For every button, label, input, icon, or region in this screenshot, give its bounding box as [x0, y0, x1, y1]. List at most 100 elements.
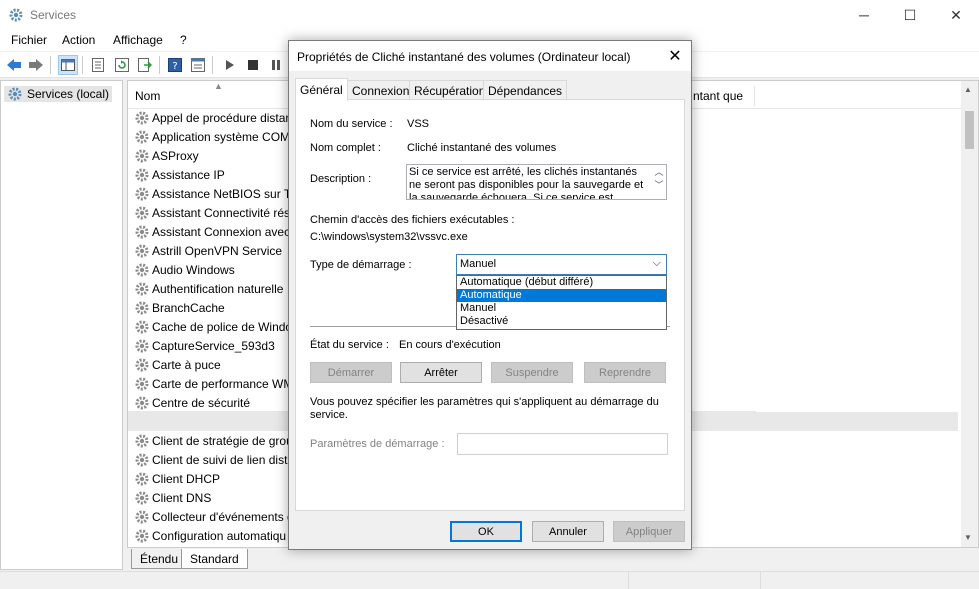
- service-name: Client DNS: [152, 490, 212, 505]
- scroll-thumb[interactable]: [965, 111, 974, 149]
- service-name: BranchCache: [152, 300, 225, 315]
- vertical-scrollbar[interactable]: ▲ ▼: [961, 81, 978, 547]
- service-gear-icon: [135, 396, 149, 409]
- service-gear-icon: [135, 453, 149, 466]
- service-name: Astrill OpenVPN Service: [152, 243, 283, 258]
- ok-button[interactable]: OK: [450, 521, 522, 542]
- export-list-icon[interactable]: [135, 55, 155, 75]
- service-name: Configuration automatiqu: [152, 528, 287, 543]
- service-gear-icon: [135, 301, 149, 314]
- service-name: Client DHCP: [152, 471, 221, 486]
- maximize-button[interactable]: ☐: [887, 0, 933, 30]
- start-service-icon[interactable]: [220, 55, 240, 75]
- service-gear-icon: [135, 187, 149, 200]
- scroll-down-icon[interactable]: ﹀: [652, 178, 666, 191]
- resume-button[interactable]: Reprendre: [584, 362, 666, 383]
- general-tab-panel: Nom du service : VSS Nom complet : Clich…: [295, 99, 685, 511]
- forward-icon[interactable]: [26, 55, 46, 75]
- apply-button[interactable]: Appliquer: [613, 521, 685, 542]
- display-name-label: Nom complet :: [310, 142, 381, 154]
- tab-logon[interactable]: Connexion: [347, 80, 415, 100]
- tab-extended[interactable]: Étendu: [131, 549, 188, 569]
- chevron-down-icon: ⌵: [652, 257, 661, 269]
- pause-service-icon[interactable]: [266, 55, 286, 75]
- scroll-down-icon[interactable]: ▼: [964, 533, 972, 542]
- description-scroll-arrows[interactable]: ︿ ﹀: [652, 165, 666, 199]
- service-name: Collecteur d'événements d: [152, 509, 294, 524]
- params-hint: Vous pouvez spécifier les paramètres qui…: [310, 396, 659, 421]
- service-gear-icon: [135, 510, 149, 523]
- service-gear-icon: [135, 130, 149, 143]
- startup-type-select[interactable]: Manuel ⌵: [456, 254, 667, 275]
- service-gear-icon: [135, 434, 149, 447]
- option-automatic-delayed[interactable]: Automatique (début différé): [457, 276, 666, 289]
- service-gear-icon: [135, 111, 149, 124]
- service-gear-icon: [135, 472, 149, 485]
- cancel-button[interactable]: Annuler: [532, 521, 604, 542]
- service-name: Cache de police de Windo: [152, 319, 293, 334]
- service-name: Assistant Connectivité rése: [152, 205, 297, 220]
- svg-text:?: ?: [172, 61, 177, 72]
- scroll-up-icon[interactable]: ▲: [964, 85, 972, 94]
- service-gear-icon: [135, 149, 149, 162]
- tab-standard[interactable]: Standard: [181, 549, 248, 569]
- service-gear-icon: [135, 225, 149, 238]
- service-gear-icon: [135, 529, 149, 542]
- tab-recovery[interactable]: Récupération: [409, 80, 491, 100]
- back-icon[interactable]: [4, 55, 24, 75]
- service-gear-icon: [135, 358, 149, 371]
- option-automatic[interactable]: Automatique: [457, 289, 666, 302]
- properties-list-icon[interactable]: [88, 55, 108, 75]
- column-header-logon[interactable]: ntant que: [693, 89, 743, 103]
- start-button[interactable]: Démarrer: [310, 362, 392, 383]
- description-text: Si ce service est arrêté, les clichés in…: [409, 166, 644, 200]
- scroll-up-icon[interactable]: ︿: [652, 165, 666, 178]
- refresh-icon[interactable]: [112, 55, 132, 75]
- menu-help[interactable]: ?: [180, 33, 187, 47]
- menu-view[interactable]: Affichage: [113, 33, 163, 47]
- service-name: Application système COM: [152, 129, 291, 144]
- stop-button[interactable]: Arrêter: [400, 362, 482, 383]
- service-name: Client de suivi de lien distr: [152, 452, 292, 467]
- services-gear-icon: [9, 8, 23, 22]
- option-manual[interactable]: Manuel: [457, 302, 666, 315]
- service-gear-icon: [135, 206, 149, 219]
- service-gear-icon: [135, 491, 149, 504]
- show-hide-tree-icon[interactable]: [58, 55, 78, 75]
- properties-dialog: Propriétés de Cliché instantané des volu…: [288, 40, 692, 550]
- service-name-label: Nom du service :: [310, 118, 393, 130]
- minimize-button[interactable]: ─: [841, 0, 887, 30]
- close-window-button[interactable]: ✕: [933, 0, 979, 30]
- service-name: ASProxy: [152, 148, 199, 163]
- service-name: Audio Windows: [152, 262, 235, 277]
- view-tabs: Étendu Standard: [127, 548, 979, 570]
- description-textbox[interactable]: Si ce service est arrêté, les clichés in…: [406, 164, 667, 200]
- tree-item-label: Services (local): [27, 87, 110, 101]
- service-name-value: VSS: [407, 118, 430, 130]
- service-gear-icon: [135, 168, 149, 181]
- service-name: Centre de sécurité: [152, 395, 251, 410]
- tree-item-services-local[interactable]: Services (local): [4, 86, 113, 102]
- pause-button[interactable]: Suspendre: [491, 362, 573, 383]
- menu-file[interactable]: Fichier: [11, 33, 47, 47]
- startup-type-dropdown: Automatique (début différé) Automatique …: [456, 275, 667, 330]
- option-disabled[interactable]: Désactivé: [457, 315, 666, 328]
- startup-type-label: Type de démarrage :: [310, 259, 412, 271]
- dialog-close-button[interactable]: ✕: [659, 41, 691, 71]
- help-icon[interactable]: ?: [165, 55, 185, 75]
- console-icon[interactable]: [188, 55, 208, 75]
- service-name: Assistant Connexion avec: [152, 224, 291, 239]
- service-gear-icon: [135, 320, 149, 333]
- service-name: Client de stratégie de grou: [152, 433, 293, 448]
- start-params-label: Paramètres de démarrage :: [310, 438, 445, 450]
- column-header-name[interactable]: Nom: [135, 89, 160, 103]
- service-status-label: État du service :: [310, 339, 389, 351]
- start-params-input[interactable]: [457, 433, 668, 455]
- menu-action[interactable]: Action: [62, 33, 95, 47]
- dialog-titlebar: Propriétés de Cliché instantané des volu…: [289, 41, 691, 71]
- tab-dependencies[interactable]: Dépendances: [483, 80, 568, 100]
- stop-service-icon[interactable]: [243, 55, 263, 75]
- status-bar: [0, 571, 979, 589]
- service-status-value: En cours d'exécution: [399, 339, 501, 351]
- tab-general[interactable]: Général: [295, 78, 348, 101]
